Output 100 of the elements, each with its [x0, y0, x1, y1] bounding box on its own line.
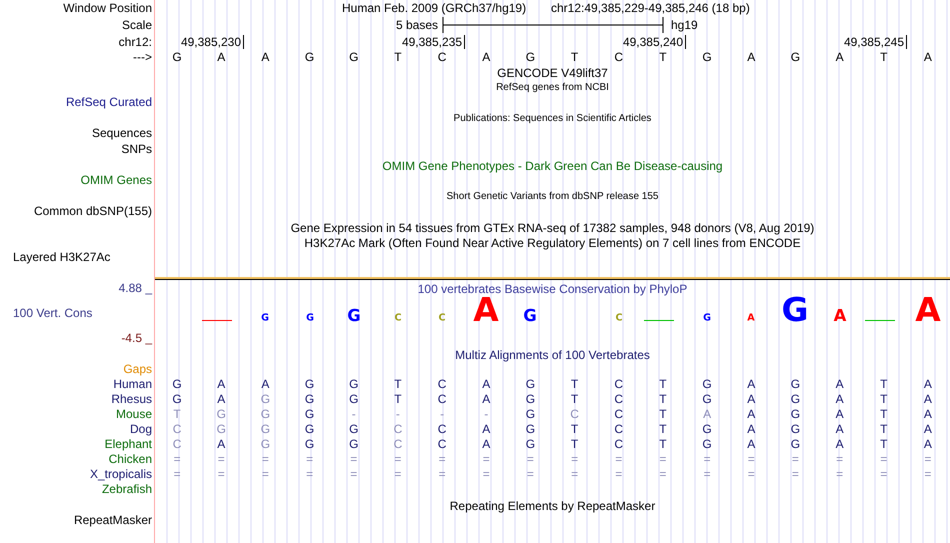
alignment-base: = — [615, 452, 622, 466]
alignment-base: A — [747, 392, 756, 406]
alignment-base: = — [659, 467, 666, 481]
alignment-base: G — [349, 422, 358, 436]
alignment-base: = — [880, 467, 888, 481]
base-letter: A — [217, 50, 226, 64]
alignment-base: G — [702, 377, 712, 391]
alignment-base: - — [396, 407, 400, 421]
track-label: RefSeq Curated — [66, 95, 152, 109]
alignment-base: = — [438, 452, 446, 466]
track-caption: GENCODE V49lift37 — [497, 66, 608, 80]
alignment-base: G — [790, 377, 800, 391]
alignment-base: G — [790, 407, 800, 421]
track-label: OMIM Genes — [80, 173, 152, 187]
ruler-label: 49,385,240 — [622, 35, 683, 49]
alignment-base: = — [306, 467, 314, 481]
track-caption: 100 vertebrates Basewise Conservation by PhyloP — [418, 282, 688, 296]
alignment-base: T — [570, 377, 578, 391]
alignment-base: T — [659, 392, 667, 406]
alignment-base: T — [659, 422, 667, 436]
alignment-base: = — [306, 452, 314, 466]
species-label: Elephant — [104, 437, 152, 451]
alignment-base: T — [570, 422, 578, 436]
alignment-base: = — [526, 467, 534, 481]
alignment-base: G — [349, 437, 358, 451]
track-label: Sequences — [92, 126, 152, 140]
logo-letter: G — [511, 306, 550, 326]
alignment-base: A — [261, 377, 270, 391]
track-caption: OMIM Gene Phenotypes - Dark Green Can Be Disease-causing — [382, 159, 723, 173]
alignment-base: G — [349, 377, 358, 391]
alignment-base: G — [702, 392, 712, 406]
alignment-base: = — [659, 452, 666, 466]
base-letter: G — [304, 50, 314, 64]
alignment-base: G — [526, 377, 536, 391]
alignment-base: A — [482, 422, 490, 436]
track-label: Layered H3K27Ac — [13, 250, 110, 264]
alignment-base: T — [394, 392, 402, 406]
alignment-base: T — [173, 407, 181, 421]
alignment-base: G — [790, 422, 800, 436]
logo-letter: G — [776, 291, 814, 328]
track-caption: RefSeq genes from NCBI — [496, 82, 609, 93]
base-letter: G — [790, 50, 800, 64]
alignment-base: G — [526, 437, 536, 451]
alignment-base: C — [394, 437, 402, 451]
track-label: RepeatMasker — [74, 513, 152, 527]
alignment-base: = — [836, 452, 844, 466]
species-label: Human — [113, 377, 152, 391]
base-letter: T — [394, 50, 402, 64]
alignment-base: G — [260, 422, 270, 436]
alignment-base: A — [836, 422, 844, 436]
track-caption: Short Genetic Variants from dbSNP release 155 — [446, 191, 658, 202]
logo-letter: G — [688, 312, 726, 324]
track-label: Gaps — [123, 362, 152, 376]
alignment-base: = — [924, 452, 932, 466]
base-letter: G — [526, 50, 536, 64]
alignment-base: = — [394, 467, 402, 481]
alignment-base: A — [747, 407, 756, 421]
alignment-base: C — [614, 407, 624, 421]
track-label: SNPs — [121, 142, 152, 156]
alignment-base: A — [924, 407, 932, 421]
base-letter: A — [924, 50, 932, 64]
alignment-base: C — [438, 377, 446, 391]
alignment-base: = — [748, 452, 755, 466]
alignment-base: C — [438, 392, 446, 406]
alignment-base: C — [438, 422, 446, 436]
base-letter: C — [614, 50, 624, 64]
alignment-base: - — [484, 407, 488, 421]
alignment-base: G — [304, 422, 314, 436]
tick-mark — [685, 35, 686, 49]
base-letter: T — [570, 50, 578, 64]
alignment-base: A — [747, 377, 756, 391]
alignment-base: G — [304, 377, 314, 391]
alignment-base: A — [924, 437, 932, 451]
alignment-base: C — [614, 392, 624, 406]
base-letter: T — [880, 50, 888, 64]
alignment-base: = — [438, 467, 446, 481]
alignment-base: T — [659, 407, 667, 421]
track-label: Common dbSNP(155) — [34, 204, 152, 218]
logo-letter: C — [600, 312, 638, 324]
alignment-base: C — [394, 422, 402, 436]
species-label: Rhesus — [111, 392, 152, 406]
logo-letter: G — [290, 312, 328, 324]
alignment-base: G — [260, 407, 270, 421]
alignment-base: G — [216, 422, 226, 436]
alignment-base: A — [482, 377, 490, 391]
alignment-base: A — [836, 377, 844, 391]
alignment-base: C — [614, 437, 624, 451]
alignment-base: = — [571, 467, 578, 481]
alignment-base: T — [659, 437, 667, 451]
tick-mark — [464, 35, 465, 49]
alignment-base: = — [880, 452, 888, 466]
alignment-base: G — [304, 392, 314, 406]
logo-letter: A — [908, 291, 947, 328]
species-label: Mouse — [116, 407, 152, 421]
alignment-base: = — [394, 452, 402, 466]
tick-mark — [906, 35, 907, 49]
base-letter: C — [438, 50, 446, 64]
track-caption: Multiz Alignments of 100 Vertebrates — [455, 348, 650, 362]
alignment-base: A — [217, 437, 226, 451]
scale-text: 5 bases — [396, 18, 438, 32]
